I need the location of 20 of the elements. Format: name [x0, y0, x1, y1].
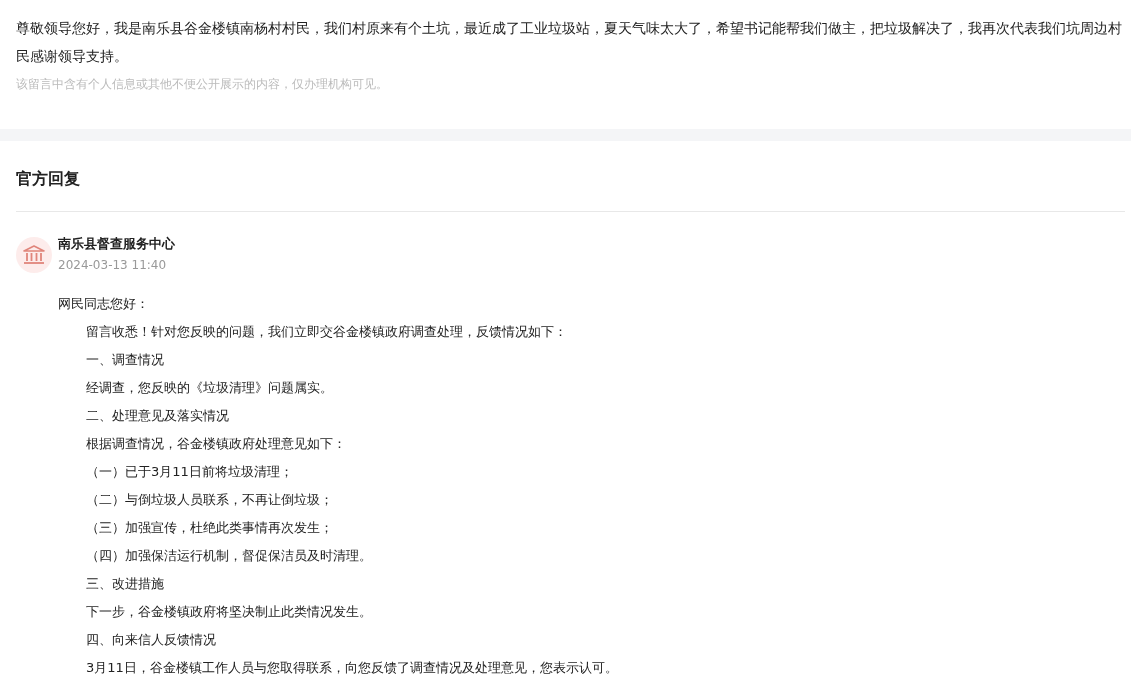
reply-greeting: 网民同志您好： — [58, 295, 150, 313]
reply-line: 留言收悉！针对您反映的问题，我们立即交谷金楼镇政府调查处理，反馈情况如下： — [85, 323, 568, 341]
reply-line: 二、处理意见及落实情况 — [85, 407, 230, 425]
reply-line: 经调查，您反映的《垃圾清理》问题属实。 — [85, 379, 334, 397]
building-icon — [16, 236, 52, 273]
message-text: 尊敬领导您好，我是南乐县谷金楼镇南杨村村民，我们村原来有个土坑，最近成了工业垃圾站，夏天气味太大了，希望书记能帮我们做主，把垃圾解决了，我再次代表我们坑周边村民感谢领导支持。 — [16, 19, 1123, 66]
reply-line: 根据调查情况，谷金楼镇政府处理意见如下： — [85, 435, 347, 453]
reply-line: 三、改进措施 — [85, 575, 165, 593]
reply-line: （一）已于3月11日前将垃圾清理； — [85, 463, 294, 481]
section-heading: 官方回复 — [16, 168, 81, 190]
reply-line: 3月11日，谷金楼镇工作人员与您取得联系，向您反馈了调查情况及处理意见，您表示认可。 — [85, 659, 619, 677]
reply-line: （四）加强保洁运行机制，督促保洁员及时清理。 — [85, 547, 373, 565]
reply-line: 一、调查情况 — [85, 351, 165, 369]
privacy-note: 该留言中含有个人信息或其他不便公开展示的内容，仅办理机构可见。 — [16, 76, 389, 93]
reply-line: 四、向来信人反馈情况 — [85, 631, 217, 649]
reply-line: （二）与倒垃圾人员联系，不再让倒垃圾； — [85, 491, 334, 509]
reply-time: 2024-03-13 11:40 — [58, 257, 168, 274]
reply-line: 下一步，谷金楼镇政府将坚决制止此类情况发生。 — [85, 603, 373, 621]
reply-line: （三）加强宣传，杜绝此类事情再次发生； — [85, 519, 334, 537]
department-name: 南乐县督查服务中心 — [58, 235, 175, 253]
